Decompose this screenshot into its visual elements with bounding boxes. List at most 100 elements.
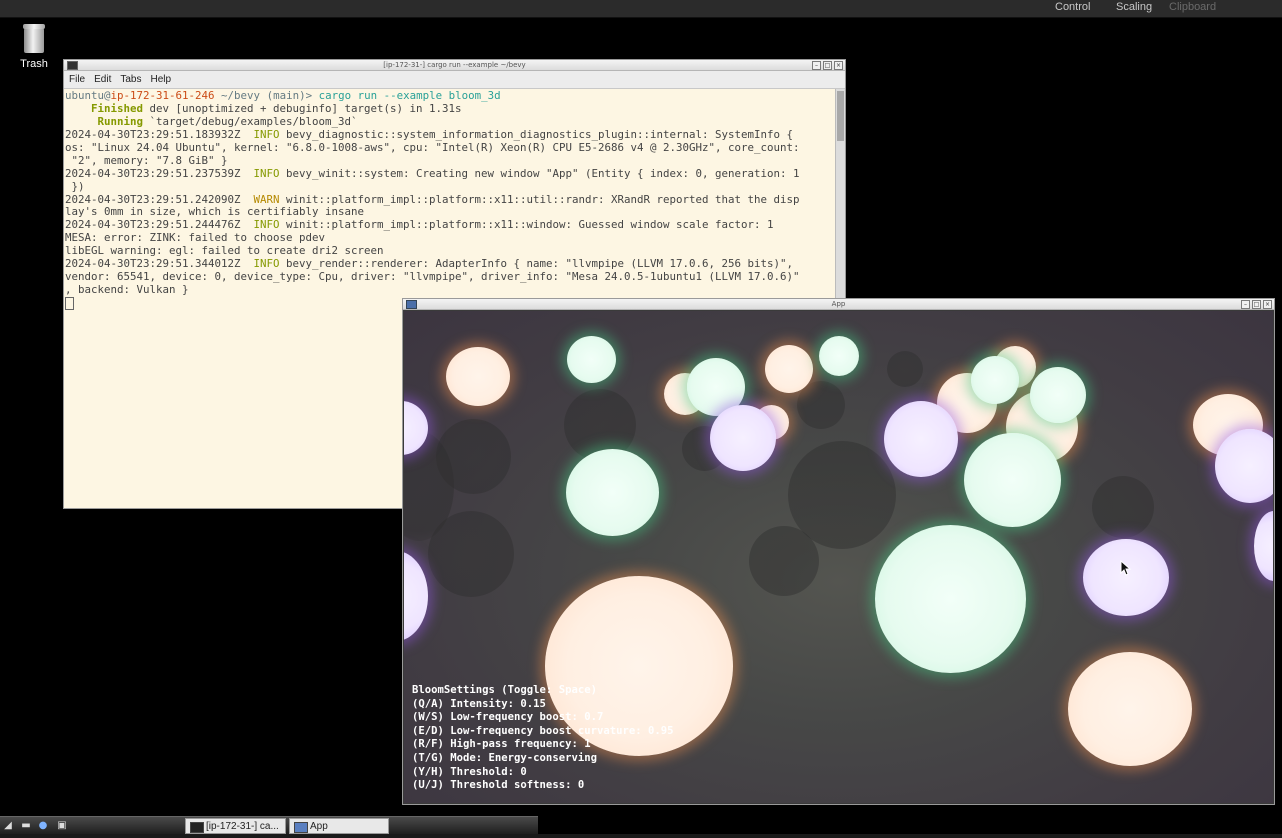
bloom-setting-line: (Q/A) Intensity: 0.15 bbox=[412, 697, 546, 710]
terminal-title: [ip-172-31-] cargo run --example ~/bevy bbox=[383, 61, 526, 69]
minimize-button[interactable]: – bbox=[812, 61, 821, 70]
log-message: bevy_diagnostic::system_information_diag… bbox=[279, 127, 794, 141]
bloom-setting-line: (W/S) Low-frequency boost: 0.7 bbox=[412, 711, 604, 724]
app-maximize-button[interactable]: □ bbox=[1252, 300, 1261, 309]
prompt-command: cargo run --example bloom_3d bbox=[318, 89, 501, 102]
terminal-menubar: File Edit Tabs Help bbox=[64, 71, 845, 89]
app-minimize-button[interactable]: – bbox=[1241, 300, 1250, 309]
log-message: lay's 0mm in size, which is certifiably … bbox=[65, 205, 365, 219]
log-timestamp: 2024-04-30T23:29:51.183932Z bbox=[65, 127, 241, 141]
app-task-icon bbox=[294, 822, 308, 833]
log-message: bevy_winit::system: Creating new window … bbox=[279, 166, 800, 180]
app-title: App bbox=[831, 300, 846, 308]
log-lines: 2024-04-30T23:29:51.183932Z INFO bevy_di… bbox=[65, 127, 834, 297]
text-cursor bbox=[65, 297, 74, 310]
lavender-sphere bbox=[1215, 429, 1273, 503]
dark-sphere bbox=[887, 351, 923, 387]
log-message: }) bbox=[65, 179, 85, 193]
menu-help[interactable]: Help bbox=[145, 71, 175, 85]
trash-icon bbox=[23, 24, 45, 53]
prompt-branch: (main) bbox=[260, 89, 306, 102]
lavender-sphere bbox=[1083, 539, 1169, 616]
log-level: INFO bbox=[240, 218, 280, 232]
log-message: , backend: Vulkan } bbox=[65, 283, 189, 297]
log-message: bevy_render::renderer: AdapterInfo { nam… bbox=[279, 257, 794, 271]
terminal-titlebar[interactable]: [ip-172-31-] cargo run --example ~/bevy … bbox=[64, 60, 845, 71]
bloom-setting-line: (U/J) Threshold softness: 0 bbox=[412, 779, 585, 792]
running-label: Running bbox=[65, 114, 144, 128]
bloom-render-canvas[interactable]: BloomSettings (Toggle: Space) (Q/A) Inten… bbox=[404, 311, 1273, 803]
vnc-clipboard-button[interactable]: Clipboard bbox=[1169, 1, 1216, 13]
bloom-settings-overlay: BloomSettings (Toggle: Space) (Q/A) Inten… bbox=[412, 684, 674, 793]
app-close-button[interactable]: × bbox=[1263, 300, 1272, 309]
log-level: INFO bbox=[240, 166, 280, 180]
log-timestamp: 2024-04-30T23:29:51.244476Z bbox=[65, 218, 241, 232]
log-line: , backend: Vulkan } bbox=[65, 283, 834, 297]
dark-sphere bbox=[1092, 476, 1154, 538]
lavender-sphere bbox=[404, 551, 428, 641]
menu-file[interactable]: File bbox=[64, 71, 89, 85]
log-level: INFO bbox=[240, 257, 280, 271]
app-titlebar[interactable]: App – □ × bbox=[403, 299, 1274, 310]
log-message: os: "Linux 24.04 Ubuntu", kernel: "6.8.0… bbox=[65, 140, 800, 154]
dark-sphere bbox=[749, 526, 819, 596]
prompt-symbol: > bbox=[305, 89, 319, 102]
trash-label: Trash bbox=[20, 58, 48, 70]
task-app-label: App bbox=[310, 821, 328, 832]
peach-sphere bbox=[1068, 652, 1192, 766]
bloom-setting-line: BloomSettings (Toggle: Space) bbox=[412, 684, 597, 696]
log-message: "2", memory: "7.8 GiB" } bbox=[65, 153, 228, 167]
dark-sphere bbox=[797, 381, 845, 429]
maximize-button[interactable]: □ bbox=[823, 61, 832, 70]
log-level: WARN bbox=[240, 192, 280, 206]
bloom-setting-line: (R/F) High-pass frequency: 1 bbox=[412, 738, 591, 751]
trash-desktop-icon[interactable]: Trash bbox=[15, 24, 53, 70]
task-terminal-label: [ip-172-31-] ca... bbox=[206, 821, 279, 832]
bloom-setting-line: (Y/H) Threshold: 0 bbox=[412, 765, 527, 778]
log-message: MESA: error: ZINK: failed to choose pdev bbox=[65, 231, 326, 245]
browser-icon[interactable]: ● bbox=[37, 820, 49, 832]
mint-sphere-large bbox=[875, 525, 1026, 673]
log-message: libEGL warning: egl: failed to create dr… bbox=[65, 244, 384, 258]
bloom-setting-line: (T/G) Mode: Energy-conserving bbox=[412, 751, 597, 764]
close-button[interactable]: × bbox=[834, 61, 843, 70]
task-app[interactable]: App bbox=[289, 818, 389, 834]
lavender-sphere bbox=[884, 401, 958, 477]
prompt-user: ubuntu bbox=[65, 89, 105, 102]
scrollbar-thumb[interactable] bbox=[837, 91, 844, 141]
dark-sphere bbox=[428, 511, 514, 597]
peach-sphere bbox=[446, 347, 510, 406]
lavender-sphere bbox=[710, 405, 776, 471]
finished-text: dev [unoptimized + debuginfo] target(s) … bbox=[143, 101, 462, 115]
start-menu-icon[interactable]: ◢ bbox=[2, 820, 14, 832]
mint-sphere bbox=[971, 356, 1019, 404]
prompt-host: ip-172-31-61-246 bbox=[110, 89, 215, 102]
window-switcher-icon[interactable]: ▣ bbox=[56, 820, 68, 832]
mint-sphere bbox=[566, 449, 659, 536]
vnc-control-button[interactable]: Control bbox=[1055, 1, 1090, 13]
vnc-scaling-button[interactable]: Scaling bbox=[1116, 1, 1152, 13]
terminal-task-icon bbox=[190, 822, 204, 833]
peach-sphere bbox=[765, 345, 813, 393]
bloom-setting-line: (E/D) Low-frequency boost curvature: 0.9… bbox=[412, 724, 674, 737]
mint-sphere bbox=[819, 336, 859, 376]
log-timestamp: 2024-04-30T23:29:51.242090Z bbox=[65, 192, 241, 206]
menu-edit[interactable]: Edit bbox=[89, 71, 115, 85]
task-terminal[interactable]: [ip-172-31-] ca... bbox=[185, 818, 286, 834]
show-desktop-icon[interactable]: ▬ bbox=[20, 820, 32, 832]
mint-sphere bbox=[964, 433, 1061, 527]
vnc-control-bar: Control Scaling Clipboard bbox=[0, 0, 1282, 18]
log-message: vendor: 65541, device: 0, device_type: C… bbox=[65, 270, 800, 284]
app-window[interactable]: App – □ × BloomSettings (Toggle: Space) … bbox=[402, 298, 1275, 805]
log-level: INFO bbox=[240, 127, 280, 141]
log-message: winit::platform_impl::platform::x11::uti… bbox=[279, 192, 800, 206]
log-timestamp: 2024-04-30T23:29:51.237539Z bbox=[65, 166, 241, 180]
menu-tabs[interactable]: Tabs bbox=[115, 71, 145, 85]
bottom-strip bbox=[0, 834, 1282, 838]
log-message: winit::platform_impl::platform::x11::win… bbox=[279, 218, 774, 232]
lavender-sphere bbox=[1254, 511, 1273, 581]
log-line: 2024-04-30T23:29:51.237539Z INFO bevy_wi… bbox=[65, 166, 834, 181]
mint-sphere bbox=[1030, 367, 1086, 423]
prompt-path: ~/bevy bbox=[214, 89, 261, 102]
mouse-pointer-icon bbox=[1120, 560, 1132, 576]
